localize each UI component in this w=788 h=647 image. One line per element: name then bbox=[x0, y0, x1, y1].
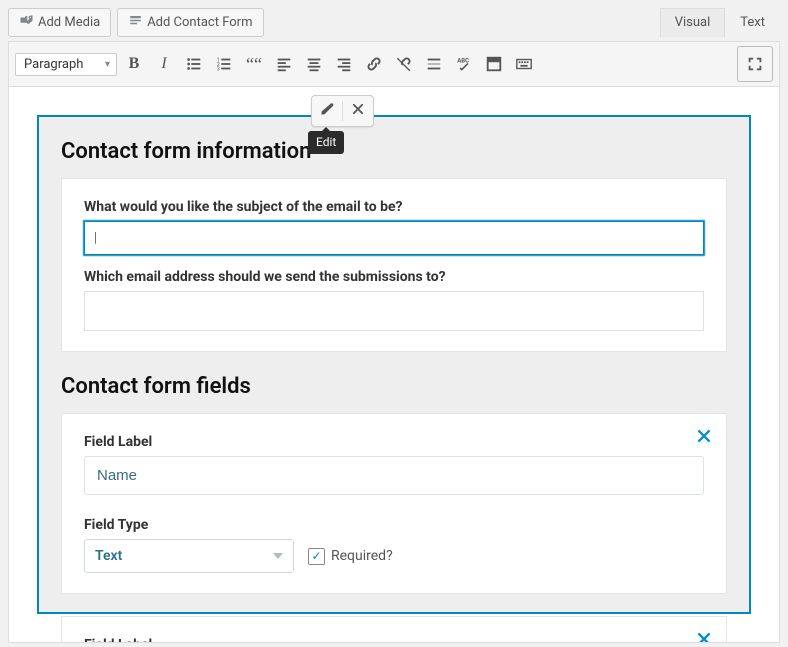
edit-tooltip: Edit bbox=[308, 131, 344, 154]
button-label: Add Contact Form bbox=[147, 15, 252, 30]
info-section-title: Contact form information bbox=[61, 139, 727, 164]
pencil-icon bbox=[319, 101, 335, 121]
checkbox-checked-icon: ✓ bbox=[308, 548, 325, 565]
edit-block-button[interactable] bbox=[312, 96, 342, 126]
info-card: What would you like the subject of the e… bbox=[61, 178, 727, 352]
blockquote-button[interactable]: ““ bbox=[241, 51, 267, 77]
fullwidth-button[interactable] bbox=[481, 51, 507, 77]
align-center-button[interactable] bbox=[301, 51, 327, 77]
editor-mode-tabs: Visual Text bbox=[660, 8, 780, 37]
form-icon bbox=[128, 13, 143, 32]
remove-field-button[interactable] bbox=[696, 428, 712, 444]
unlink-button[interactable] bbox=[391, 51, 417, 77]
add-media-button[interactable]: Add Media bbox=[8, 8, 111, 37]
align-left-button[interactable] bbox=[271, 51, 297, 77]
contact-form-block[interactable]: Edit Contact form information What would… bbox=[37, 115, 751, 614]
media-toolbar: Add Media Add Contact Form Visual Text bbox=[0, 0, 788, 37]
format-select[interactable]: Paragraph bbox=[15, 53, 117, 76]
field-label-caption: Field Label bbox=[84, 637, 704, 643]
camera-music-icon bbox=[19, 13, 34, 32]
tab-visual[interactable]: Visual bbox=[660, 8, 726, 37]
insert-link-button[interactable] bbox=[361, 51, 387, 77]
chevron-down-icon bbox=[273, 553, 283, 559]
bulleted-list-button[interactable] bbox=[181, 51, 207, 77]
spellcheck-button[interactable]: ABC bbox=[451, 51, 477, 77]
insert-more-button[interactable] bbox=[421, 51, 447, 77]
italic-button[interactable]: I bbox=[151, 51, 177, 77]
delete-block-button[interactable] bbox=[343, 96, 373, 126]
tab-text[interactable]: Text bbox=[725, 8, 780, 37]
field-type-caption: Field Type bbox=[84, 517, 704, 533]
keyboard-button[interactable] bbox=[511, 51, 537, 77]
button-label: Add Media bbox=[38, 15, 100, 30]
required-checkbox[interactable]: ✓ Required? bbox=[308, 548, 393, 565]
editor-toolbar: Paragraph B I 123 ““ ABC bbox=[8, 41, 780, 87]
email-to-label: Which email address should we send the s… bbox=[84, 269, 704, 285]
field-label-caption: Field Label bbox=[84, 434, 704, 450]
add-contact-form-button[interactable]: Add Contact Form bbox=[117, 8, 263, 37]
block-toolbar bbox=[311, 95, 374, 127]
format-value: Paragraph bbox=[24, 57, 83, 72]
fields-section-title: Contact form fields bbox=[61, 374, 727, 399]
remove-field-button[interactable] bbox=[696, 631, 712, 643]
numbered-list-button[interactable]: 123 bbox=[211, 51, 237, 77]
email-to-input[interactable] bbox=[84, 291, 704, 331]
editor-canvas: Edit Contact form information What would… bbox=[8, 87, 780, 643]
fullscreen-button[interactable] bbox=[737, 46, 773, 82]
field-label-input[interactable] bbox=[84, 456, 704, 495]
subject-input[interactable]: | bbox=[84, 221, 704, 255]
field-card: Field Label Field Type Text ✓ Required? bbox=[61, 413, 727, 594]
field-type-select[interactable]: Text bbox=[84, 539, 294, 573]
align-right-button[interactable] bbox=[331, 51, 357, 77]
subject-label: What would you like the subject of the e… bbox=[84, 199, 704, 215]
svg-text:3: 3 bbox=[217, 66, 220, 72]
bold-button[interactable]: B bbox=[121, 51, 147, 77]
field-card: Field Label bbox=[61, 616, 727, 643]
required-label: Required? bbox=[331, 548, 393, 564]
text-caret: | bbox=[94, 230, 97, 246]
field-type-value: Text bbox=[95, 548, 122, 564]
close-icon bbox=[351, 102, 365, 120]
